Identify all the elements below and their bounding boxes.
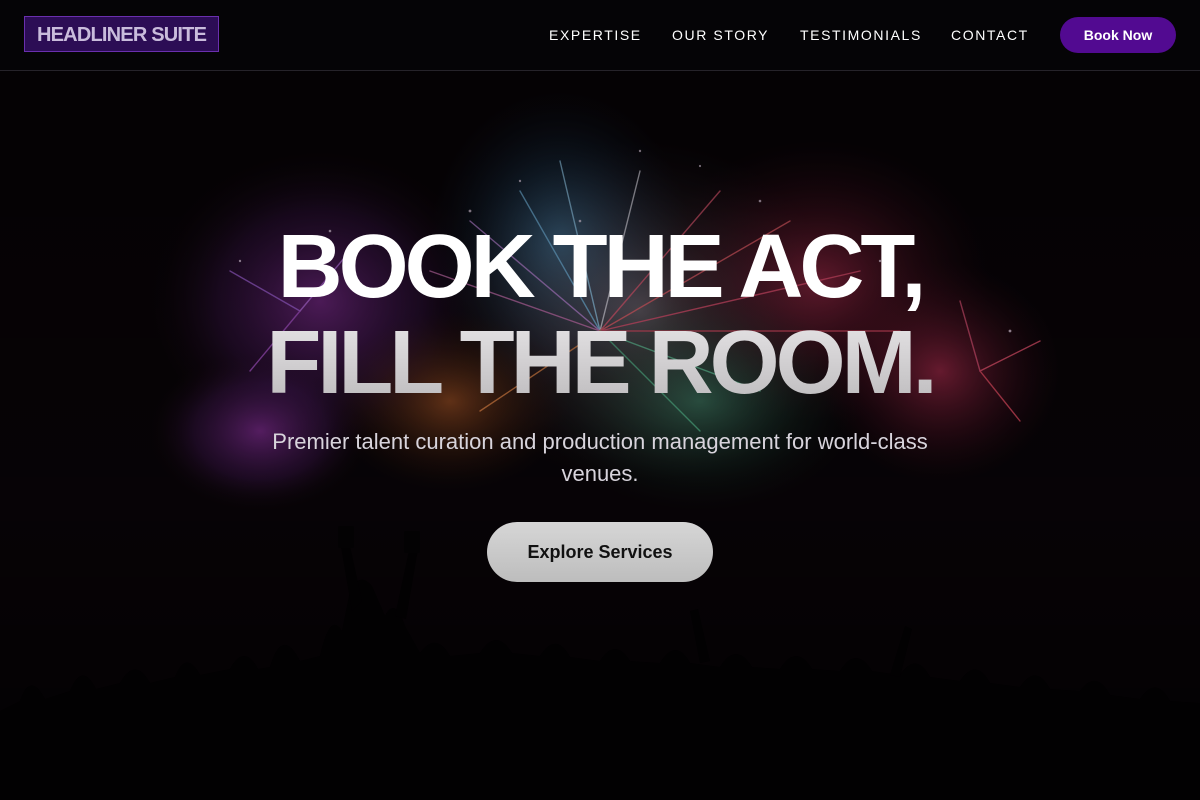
nav-link-our-story[interactable]: OUR STORY <box>672 0 769 70</box>
nav-link-expertise[interactable]: EXPERTISE <box>549 0 642 70</box>
explore-services-button[interactable]: Explore Services <box>487 522 713 582</box>
nav-link-testimonials[interactable]: TESTIMONIALS <box>800 0 922 70</box>
brand-logo[interactable]: HEADLINER SUITE <box>24 16 220 52</box>
landing-page: HEADLINER SUITE EXPERTISE OUR STORY TEST… <box>0 0 1200 800</box>
hero-headline-line-1: BOOK THE ACT, <box>277 217 927 317</box>
nav-link-contact[interactable]: CONTACT <box>951 0 1029 70</box>
hero-subtitle: Premier talent curation and production m… <box>272 429 928 486</box>
book-now-button[interactable]: Book Now <box>1060 17 1176 53</box>
hero-headline-line-2: FILL THE ROOM. <box>0 318 1200 408</box>
site-header: HEADLINER SUITE EXPERTISE OUR STORY TEST… <box>0 0 1200 71</box>
